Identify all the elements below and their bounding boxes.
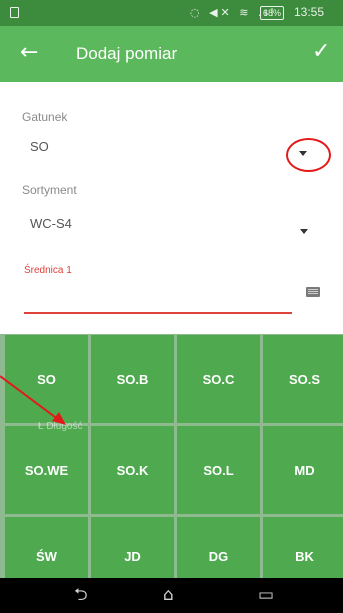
srednica-input-underline[interactable] bbox=[24, 312, 292, 314]
gatunek-value[interactable]: SO bbox=[30, 139, 49, 154]
app-bar: ← Dodaj pomiar ✓ bbox=[0, 26, 343, 82]
key-so[interactable]: SO bbox=[5, 335, 88, 423]
page-title: Dodaj pomiar bbox=[76, 44, 178, 63]
gatunek-label: Gatunek bbox=[22, 110, 68, 124]
confirm-check-icon[interactable]: ✓ bbox=[312, 39, 330, 65]
key-jd[interactable]: JD bbox=[91, 517, 174, 578]
key-so-c[interactable]: SO.C bbox=[177, 335, 260, 423]
sortyment-dropdown-caret-icon[interactable] bbox=[300, 229, 308, 234]
species-keyboard: SO SO.B SO.C SO.S SO.WE SO.K SO.L MD ŚW … bbox=[0, 334, 343, 578]
status-time: 13:55 bbox=[294, 5, 325, 19]
key-md[interactable]: MD bbox=[263, 426, 343, 514]
key-bk[interactable]: BK bbox=[263, 517, 343, 578]
background-field-label: Ł Długość bbox=[38, 421, 83, 432]
key-so-l[interactable]: SO.L bbox=[177, 426, 260, 514]
notification-icon bbox=[10, 7, 19, 18]
battery-icon: 68% bbox=[260, 6, 285, 20]
nav-home-icon[interactable]: ⌂ bbox=[163, 586, 174, 605]
sortyment-label: Sortyment bbox=[22, 183, 77, 197]
srednica-label: Średnica 1 bbox=[24, 265, 72, 276]
key-dg[interactable]: DG bbox=[177, 517, 260, 578]
keyboard-icon[interactable] bbox=[306, 287, 320, 297]
key-so-b[interactable]: SO.B bbox=[91, 335, 174, 423]
key-so-s[interactable]: SO.S bbox=[263, 335, 343, 423]
key-sw[interactable]: ŚW bbox=[5, 517, 88, 578]
sortyment-value[interactable]: WC-S4 bbox=[30, 216, 72, 231]
android-nav-bar: ⮌ ⌂ ▭ bbox=[0, 578, 343, 613]
nav-recents-icon[interactable]: ▭ bbox=[258, 586, 274, 605]
highlight-circle-annotation bbox=[286, 138, 331, 172]
back-arrow-icon[interactable]: ← bbox=[20, 40, 38, 66]
key-so-we[interactable]: SO.WE bbox=[5, 426, 88, 514]
nav-back-icon[interactable]: ⮌ bbox=[74, 586, 88, 605]
status-bar: ◌ ◀✕ ≋ .ıl 68% 13:55 bbox=[0, 0, 343, 26]
key-so-k[interactable]: SO.K bbox=[91, 426, 174, 514]
